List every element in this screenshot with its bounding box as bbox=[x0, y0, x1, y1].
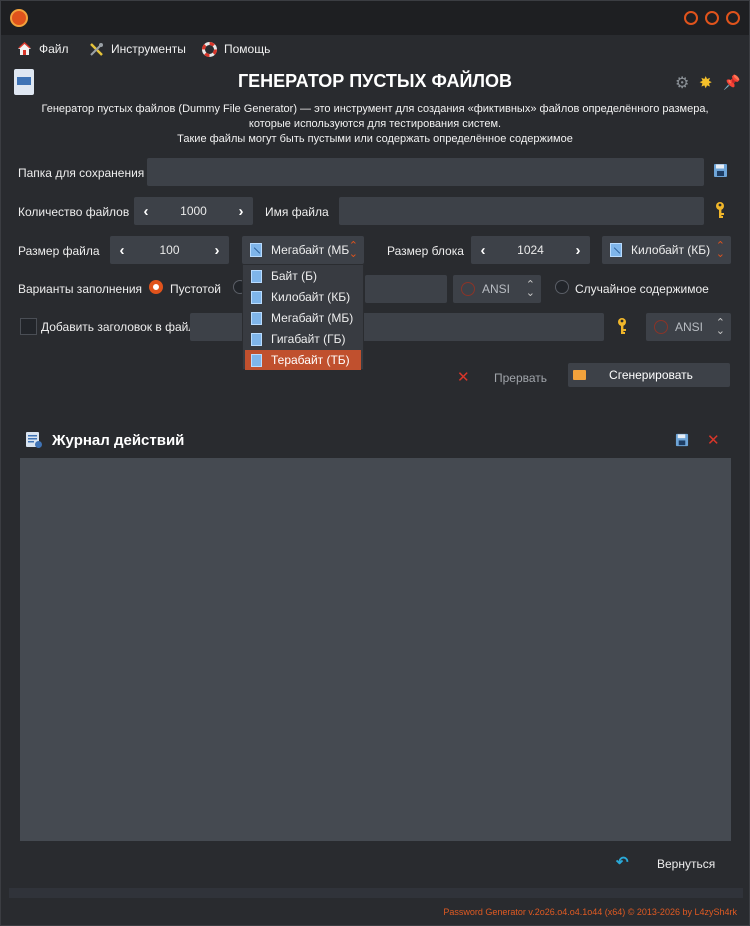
unit-icon bbox=[610, 243, 622, 257]
block-size-label: Размер блока bbox=[387, 244, 464, 258]
fill-random-label: Случайное содержимое bbox=[575, 282, 709, 296]
menu-bar: Файл Инструменты Помощь bbox=[1, 39, 749, 59]
description-line-3: Такие файлы могут быть пустыми или содер… bbox=[177, 133, 573, 145]
block-size-spinner[interactable]: 1024 ‹ › bbox=[471, 236, 590, 264]
fill-random-radio[interactable] bbox=[555, 280, 569, 294]
unit-icon bbox=[251, 353, 262, 367]
undo-icon[interactable]: ↶ bbox=[616, 853, 629, 871]
generate-button[interactable]: Сгенерировать bbox=[568, 363, 730, 387]
add-header-checkbox[interactable] bbox=[20, 318, 37, 335]
encoding-icon bbox=[461, 282, 475, 296]
chevron-updown-icon: ⌃ ⌄ bbox=[525, 279, 535, 299]
chevron-left-icon[interactable]: ‹ bbox=[136, 197, 156, 225]
chevron-updown-icon: ⌃ ⌄ bbox=[715, 240, 725, 260]
menu-tools-label: Инструменты bbox=[111, 42, 186, 56]
unit-option-label: Байт (Б) bbox=[271, 269, 317, 283]
fill-encoding-value: ANSI bbox=[482, 282, 511, 296]
file-size-unit-select[interactable]: Мегабайт (МБ ⌃ ⌄ bbox=[242, 236, 364, 264]
add-header-label: Добавить заголовок в файл bbox=[41, 320, 196, 334]
file-size-label: Размер файла bbox=[18, 244, 100, 258]
log-clear-icon[interactable]: ✕ bbox=[707, 431, 720, 449]
folder-icon bbox=[573, 370, 586, 380]
file-count-spinner[interactable]: 1000 ‹ › bbox=[134, 197, 253, 225]
unit-icon bbox=[251, 290, 262, 304]
header-encoding-select[interactable]: ANSI ⌃ ⌄ bbox=[646, 313, 731, 341]
log-area[interactable] bbox=[20, 458, 731, 841]
unit-option-gigabyte[interactable]: Гигабайт (ГБ) bbox=[245, 329, 361, 349]
chevron-left-icon[interactable]: ‹ bbox=[112, 236, 132, 264]
file-name-input[interactable] bbox=[339, 197, 704, 225]
unit-icon bbox=[251, 269, 262, 283]
menu-file-label: Файл bbox=[39, 42, 69, 56]
title-bar bbox=[1, 1, 749, 35]
copyright-text: Password Generator v.2o26.o4.o4.1o44 (x6… bbox=[443, 907, 737, 917]
log-title: Журнал действий bbox=[52, 432, 185, 449]
file-count-label: Количество файлов bbox=[18, 205, 130, 219]
fill-content-input[interactable] bbox=[365, 275, 447, 303]
fill-empty-label: Пустотой bbox=[170, 282, 221, 296]
menu-tools[interactable]: Инструменты bbox=[88, 39, 186, 59]
chevron-right-icon[interactable]: › bbox=[231, 197, 251, 225]
fill-encoding-select[interactable]: ANSI ⌃ ⌄ bbox=[453, 275, 541, 303]
page-title: ГЕНЕРАТОР ПУСТЫХ ФАЙЛОВ bbox=[237, 71, 513, 91]
file-size-spinner[interactable]: 100 ‹ › bbox=[110, 236, 229, 264]
description: Генератор пустых файлов (Dummy File Gene… bbox=[1, 102, 749, 147]
chevron-right-icon[interactable]: › bbox=[207, 236, 227, 264]
header-encoding-value: ANSI bbox=[675, 320, 704, 334]
fill-options-label: Варианты заполнения bbox=[18, 282, 143, 296]
app-window: Файл Инструменты Помощь ГЕНЕРАТОР ПУСТЫХ… bbox=[0, 0, 750, 926]
block-size-unit-select[interactable]: Килобайт (КБ) ⌃ ⌄ bbox=[602, 236, 731, 264]
save-folder-label: Папка для сохранения bbox=[18, 166, 145, 180]
key-icon[interactable] bbox=[713, 201, 727, 224]
home-icon bbox=[16, 41, 32, 57]
unit-option-label: Гигабайт (ГБ) bbox=[271, 332, 346, 346]
back-button[interactable]: Вернуться bbox=[657, 857, 715, 871]
menu-file[interactable]: Файл bbox=[16, 39, 69, 59]
unit-option-label: Килобайт (КБ) bbox=[271, 290, 351, 304]
lifebuoy-icon bbox=[201, 41, 217, 57]
menu-help[interactable]: Помощь bbox=[201, 39, 270, 59]
tools-icon bbox=[88, 41, 104, 57]
unit-option-label: Мегабайт (МБ) bbox=[271, 311, 354, 325]
close-window-button[interactable] bbox=[726, 11, 740, 25]
save-folder-input[interactable] bbox=[147, 158, 704, 186]
unit-icon bbox=[251, 311, 262, 325]
unit-icon bbox=[251, 332, 262, 346]
unit-option-label: Терабайт (ТБ) bbox=[271, 353, 350, 367]
chevron-updown-icon: ⌃ ⌄ bbox=[348, 240, 358, 260]
gear-icon[interactable]: ⚙ bbox=[675, 73, 689, 93]
chevron-right-icon[interactable]: › bbox=[568, 236, 588, 264]
pin-icon[interactable]: 📌 bbox=[723, 74, 740, 91]
unit-option-kilobyte[interactable]: Килобайт (КБ) bbox=[245, 287, 361, 307]
description-line-1: Генератор пустых файлов (Dummy File Gene… bbox=[41, 103, 709, 115]
minimize-button[interactable] bbox=[684, 11, 698, 25]
unit-option-megabyte[interactable]: Мегабайт (МБ) bbox=[245, 308, 361, 328]
file-name-label: Имя файла bbox=[265, 205, 329, 219]
file-size-unit-value: Мегабайт (МБ bbox=[271, 243, 350, 257]
close-icon[interactable]: ✕ bbox=[457, 368, 470, 386]
app-logo-icon[interactable] bbox=[10, 9, 28, 27]
log-icon bbox=[25, 431, 43, 454]
chevron-left-icon[interactable]: ‹ bbox=[473, 236, 493, 264]
unit-option-terabyte[interactable]: Терабайт (ТБ) bbox=[245, 350, 361, 370]
menu-help-label: Помощь bbox=[224, 42, 271, 56]
description-line-2: которые используются для тестирования си… bbox=[248, 118, 502, 130]
unit-dropdown-list: Байт (Б) Килобайт (КБ) Мегабайт (МБ) Гиг… bbox=[242, 264, 364, 370]
key-icon[interactable] bbox=[615, 317, 629, 340]
save-icon[interactable] bbox=[713, 163, 728, 183]
generate-button-label: Сгенерировать bbox=[609, 368, 693, 382]
sun-icon[interactable]: ✸ bbox=[699, 73, 712, 93]
chevron-updown-icon: ⌃ ⌄ bbox=[715, 317, 725, 337]
abort-button[interactable]: Прервать bbox=[494, 371, 547, 385]
encoding-icon bbox=[654, 320, 668, 334]
fill-empty-radio[interactable] bbox=[149, 280, 163, 294]
horizontal-scrollbar[interactable] bbox=[9, 888, 743, 898]
maximize-button[interactable] bbox=[705, 11, 719, 25]
block-size-unit-value: Килобайт (КБ) bbox=[631, 243, 711, 257]
unit-icon bbox=[250, 243, 262, 257]
unit-option-byte[interactable]: Байт (Б) bbox=[245, 266, 361, 286]
log-save-icon[interactable] bbox=[675, 433, 689, 452]
